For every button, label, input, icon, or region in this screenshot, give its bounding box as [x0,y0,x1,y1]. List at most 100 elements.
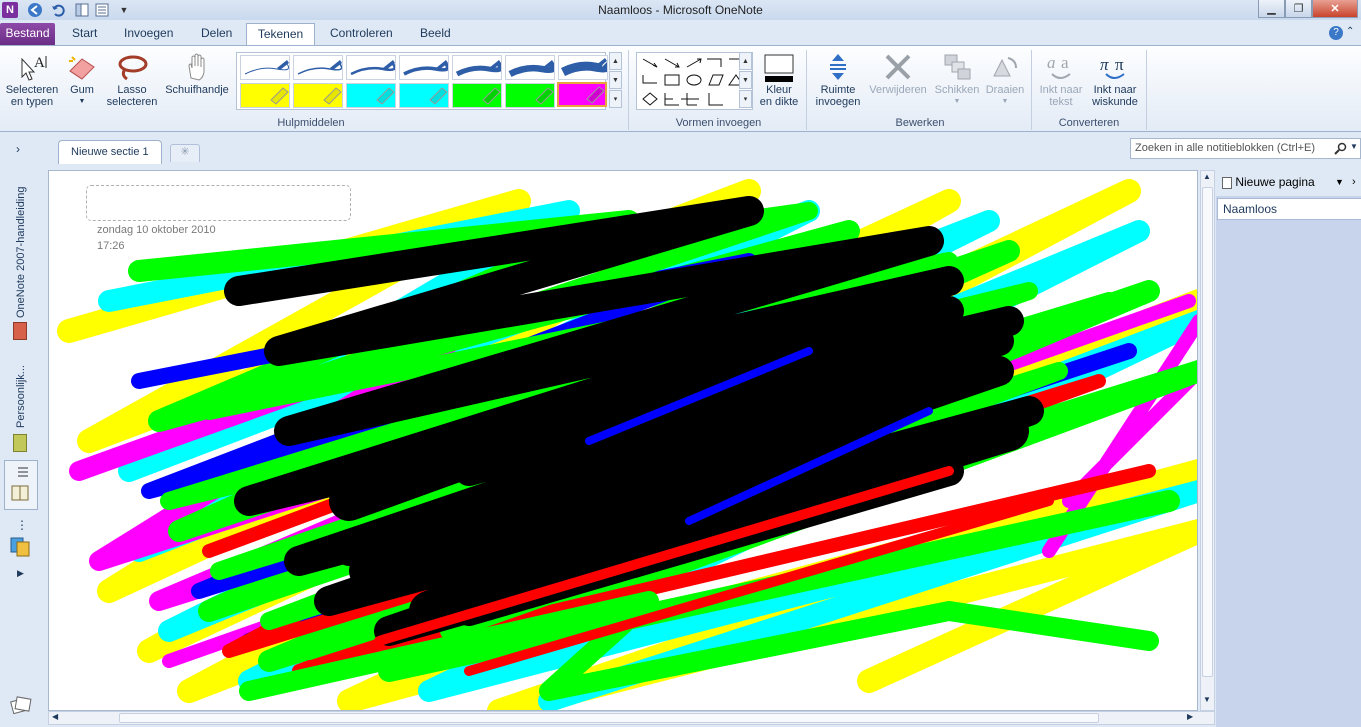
tab-start[interactable]: Start [62,23,107,45]
tab-view[interactable]: Beeld [410,23,461,45]
notebook-personal[interactable]: Persoonlijk... [15,358,27,428]
new-section-tab[interactable]: ✳ [170,144,200,162]
scroll-down-icon[interactable]: ▼ [1203,695,1211,704]
expand-nav-icon[interactable]: › [16,142,20,156]
ink-scribble-drawing[interactable] [49,171,1198,711]
rotate-dropdown-icon[interactable]: ▼ [983,96,1027,108]
insert-space-label: Ruimte [820,84,856,96]
pen-blue-6[interactable] [505,55,555,80]
new-page-button[interactable]: Nieuwe pagina ▼ › [1216,170,1361,196]
insert-space-label-2: invoegen [815,96,861,108]
group-label-tools: Hulpmiddelen [277,117,345,129]
highlighter-yellow-1[interactable] [240,83,290,108]
vertical-scrollbar[interactable]: ▲ ▼ [1200,170,1215,711]
shapes-scroll-up[interactable]: ▲ [739,52,752,70]
select-type-button[interactable]: A Selecteren en typen [4,50,60,108]
scroll-right-icon[interactable]: ▶ [1187,712,1193,721]
scroll-left-icon[interactable]: ◀ [52,712,58,721]
highlighter-cyan-2[interactable] [399,83,449,108]
select-label: Selecteren [5,84,59,96]
close-button[interactable]: ✕ [1312,0,1358,18]
hand-label: Schuifhandje [165,84,229,96]
arrange-icon [944,54,971,80]
svg-text:π: π [1115,55,1124,74]
color-label-2: en dikte [759,96,799,108]
window-title: Naamloos - Microsoft OneNote [598,3,763,17]
svg-text:a: a [1047,53,1056,72]
arrange-button[interactable]: Schikken ▼ [932,50,982,108]
panning-hand-button[interactable]: Schuifhandje [162,50,232,96]
new-page-dropdown-icon[interactable]: ▼ [1335,170,1344,194]
nav-expand-arrow-icon[interactable]: ▶ [17,568,24,579]
tab-file[interactable]: Bestand [0,23,55,45]
maximize-button[interactable]: ❐ [1285,0,1312,18]
scroll-thumb[interactable] [1202,187,1213,677]
highlighter-cyan-1[interactable] [346,83,396,108]
help-icon[interactable]: ? [1329,26,1343,40]
color-thickness-button[interactable]: Kleur en dikte [756,50,802,108]
pens-scroll-up[interactable]: ▲ [609,52,622,70]
delete-button[interactable]: Verwijderen [866,50,930,96]
svg-text:a: a [1061,53,1069,72]
insert-space-icon [830,54,846,80]
shapes-more[interactable]: ▾ [739,90,752,108]
tab-review[interactable]: Controleren [320,23,403,45]
unfiled-notes-icon[interactable] [10,694,32,714]
search-icon[interactable] [1334,142,1348,156]
shapes-gallery [636,52,753,110]
ribbon-collapse-icon[interactable]: ⌃ [1346,26,1354,37]
section-tab[interactable]: Nieuwe sectie 1 [58,140,162,164]
lasso-select-button[interactable]: Lasso selecteren [103,50,161,108]
shapes-scroll-down[interactable]: ▼ [739,71,752,89]
pen-blue-5[interactable] [452,55,502,80]
group-label-convert: Converteren [1058,117,1120,129]
more-dots-icon[interactable]: ⋮ [16,518,28,532]
tab-draw[interactable]: Tekenen [246,23,315,45]
ink-to-math-icon: ππ [1100,55,1125,79]
page-list-item[interactable]: Naamloos [1217,198,1361,220]
scroll-up-icon[interactable]: ▲ [1203,172,1211,181]
new-page-label: Nieuwe pagina [1235,175,1315,189]
notebooks-stack-icon[interactable] [9,536,33,558]
tab-share[interactable]: Delen [191,23,242,45]
ink-to-math-button[interactable]: ππ Inkt naar wiskunde [1088,50,1142,108]
highlighter-magenta[interactable] [557,82,607,107]
horizontal-scrollbar[interactable]: ◀ ▶ [48,711,1215,725]
group-label-shapes: Vormen invoegen [675,117,762,129]
arrange-dropdown-icon[interactable]: ▼ [932,96,982,108]
page-canvas[interactable]: zondag 10 oktober 2010 17:26 [48,170,1198,711]
group-separator [806,50,807,130]
work-area: › OneNote 2007-handleiding Persoonlijk..… [0,132,1361,727]
shapes-icons[interactable] [637,53,754,111]
insert-space-button[interactable]: Ruimte invoegen [810,50,866,108]
color-label: Kleur [766,84,792,96]
pens-scroll-down[interactable]: ▼ [609,71,622,89]
ribbon-tabs: Bestand Start Invoegen Delen Tekenen Con… [0,20,1361,45]
hand-icon [188,53,205,81]
pens-more[interactable]: ▾ [609,90,622,108]
notebook-onenote-guide[interactable]: OneNote 2007-handleiding [15,170,27,319]
scroll-h-thumb[interactable] [119,713,1099,723]
pen-blue-7[interactable] [558,55,608,80]
group-separator [628,50,629,130]
pages-collapse-icon[interactable]: › [1352,170,1356,194]
pen-blue-2[interactable] [293,55,343,80]
pen-blue-4[interactable] [399,55,449,80]
pen-blue-1[interactable] [240,55,290,80]
eraser-icon [69,56,95,80]
highlighter-green-2[interactable] [505,83,555,108]
pen-blue-3[interactable] [346,55,396,80]
ink-to-text-button[interactable]: aa Inkt naar tekst [1034,50,1088,108]
search-input[interactable]: Zoeken in alle notitieblokken (Ctrl+E) [1130,138,1361,159]
minimize-button[interactable]: ▁ [1258,0,1285,18]
eraser-dropdown-icon[interactable]: ▼ [62,96,102,108]
rotate-button[interactable]: Draaien ▼ [983,50,1027,108]
highlighter-green-1[interactable] [452,83,502,108]
tab-insert[interactable]: Invoegen [114,23,183,45]
eraser-button[interactable]: Gum ▼ [62,50,102,108]
rotate-icon [993,57,1017,77]
highlighter-yellow-2[interactable] [293,83,343,108]
search-scope-dropdown-icon[interactable]: ▼ [1350,142,1358,151]
arrange-label: Schikken [934,84,980,96]
group-label-edit: Bewerken [895,117,945,129]
